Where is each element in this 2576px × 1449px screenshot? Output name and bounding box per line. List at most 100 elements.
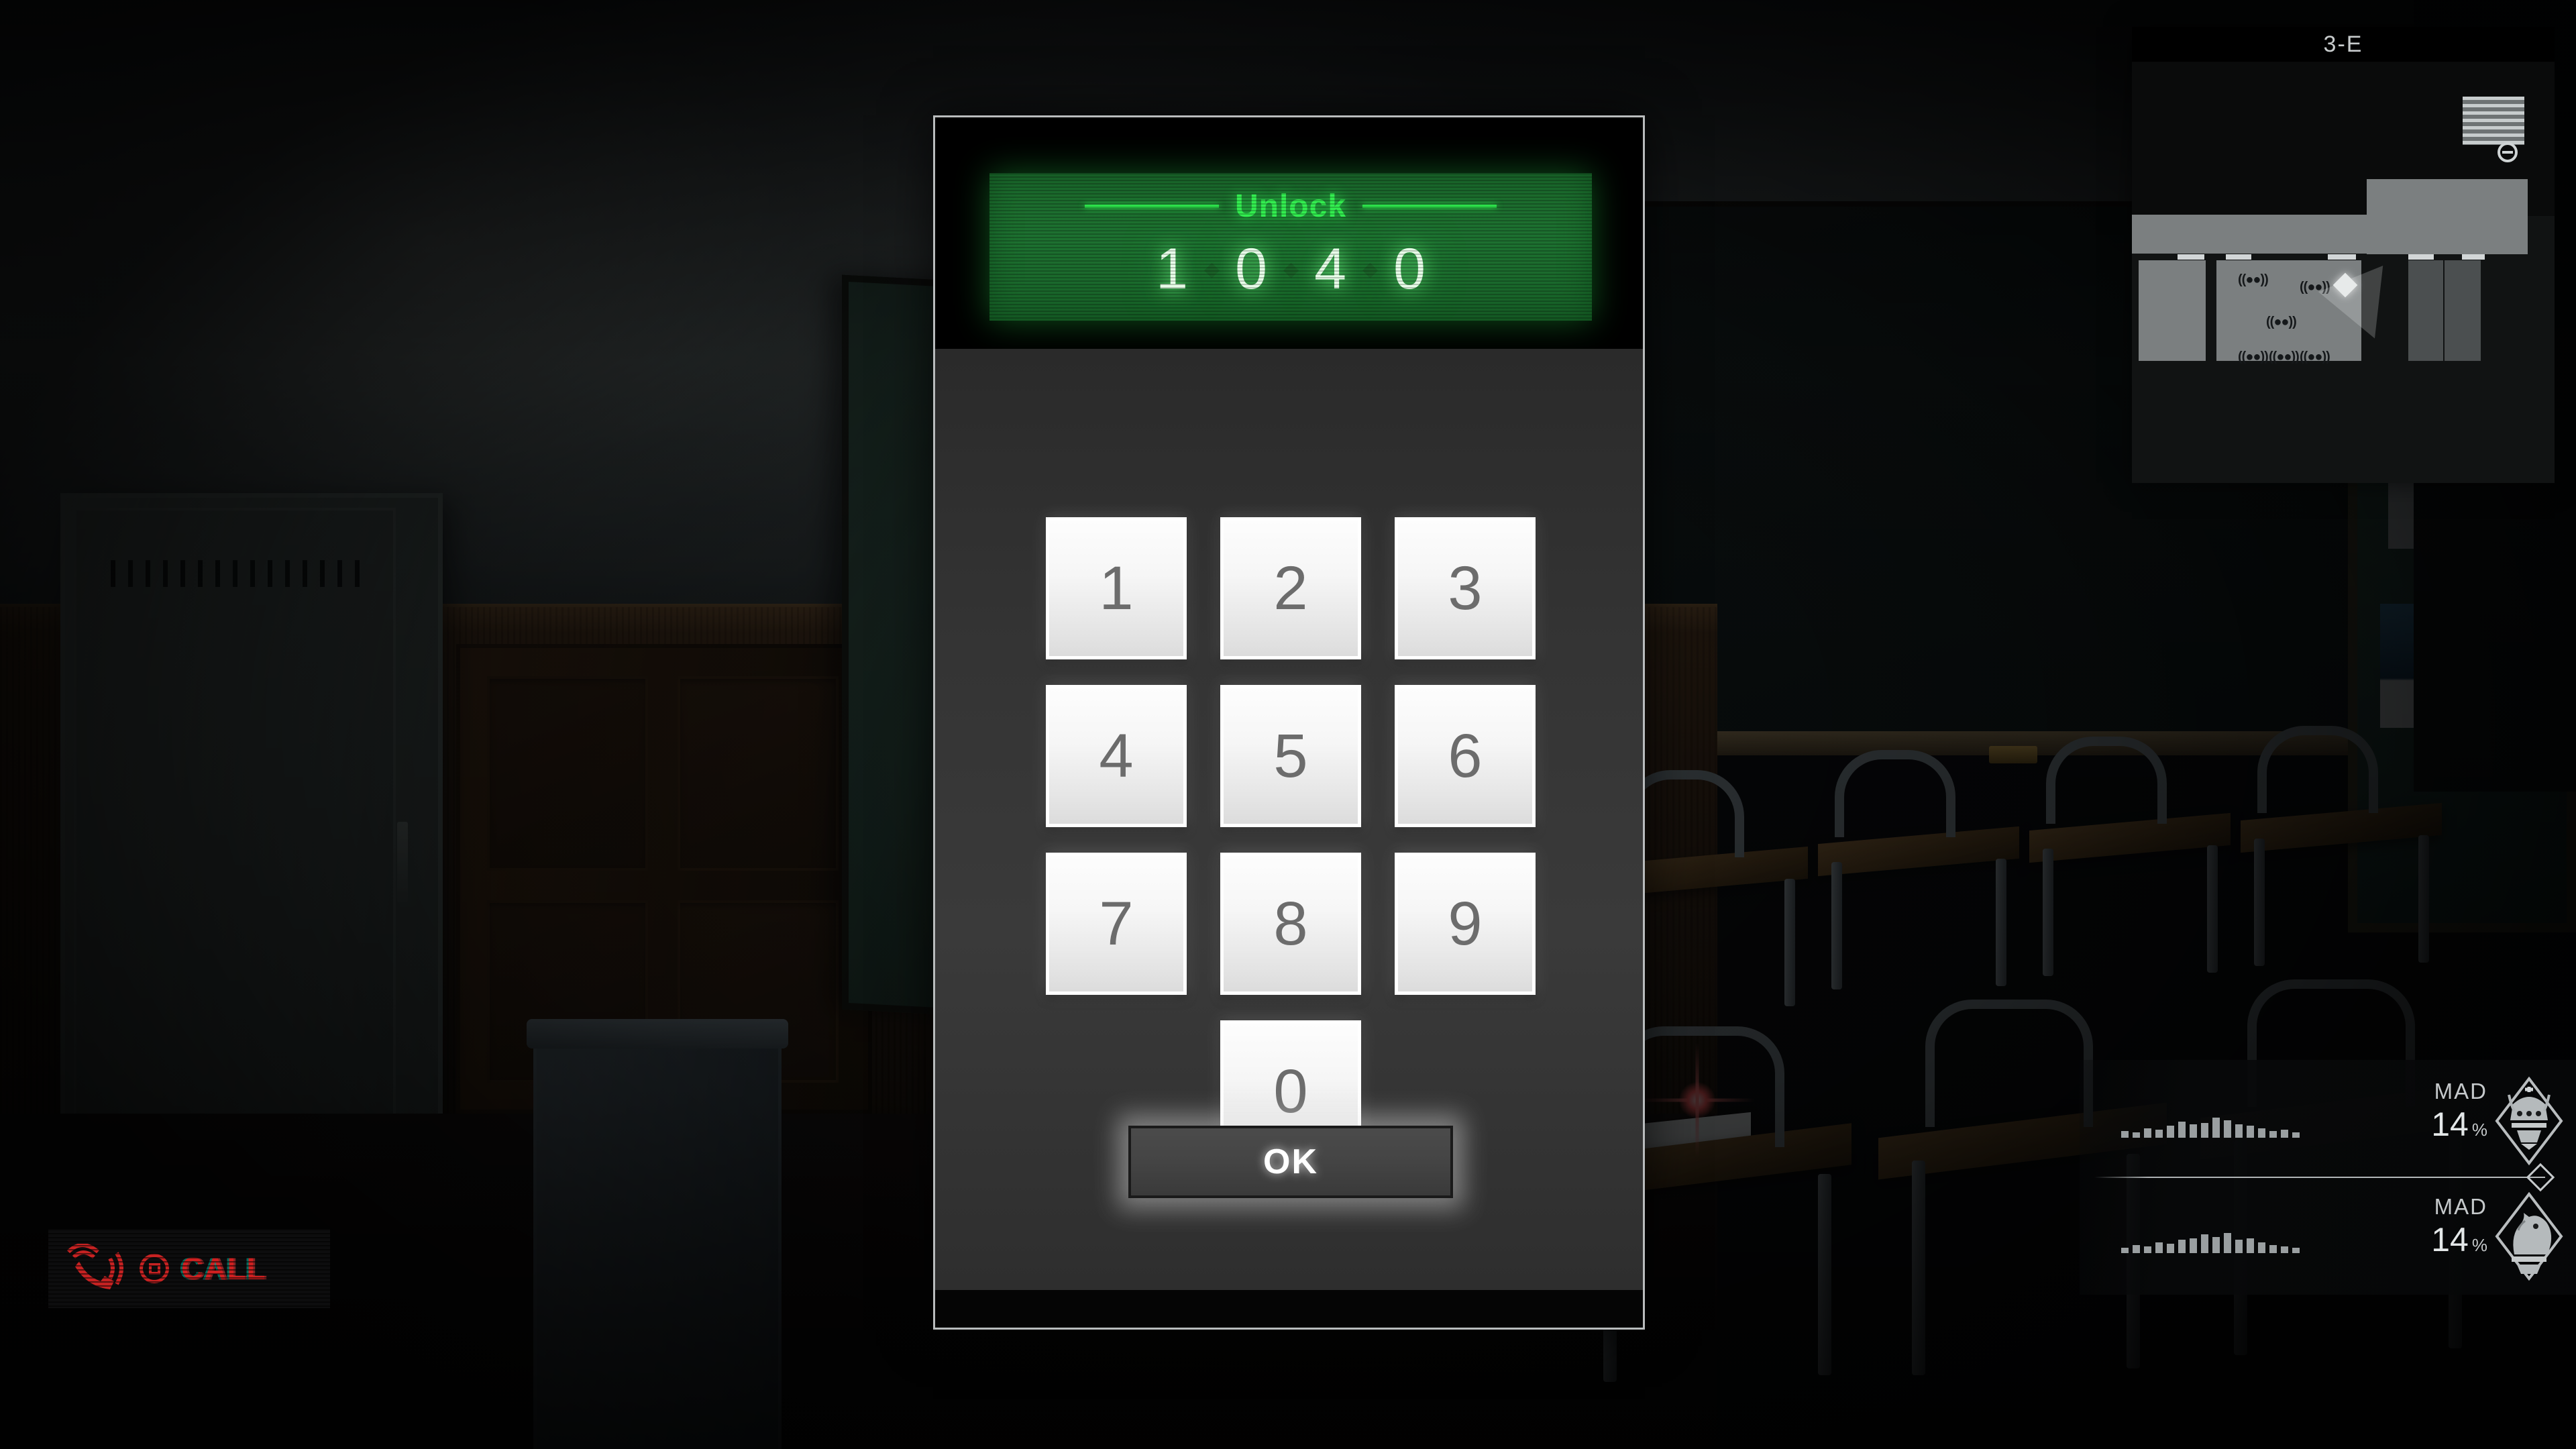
stacked-chair [2046,737,2167,824]
status-waveform [2121,1222,2300,1253]
enemy-marker: ((●●)) [2238,272,2269,287]
character-status-row: MAD 14% [2080,1187,2576,1288]
keypad-grid: 1 2 3 4 5 6 7 8 9 0 [1046,517,1536,1188]
call-indicator[interactable]: CALL [48,1229,330,1308]
lcd-title-row: Unlock [989,186,1592,225]
waveform-bar [2258,1128,2265,1138]
lcd-code-row: 1 ◆ 0 ◆ 4 ◆ 0 [989,225,1592,313]
waveform-bar [2247,1238,2254,1253]
waveform-bar [2144,1128,2151,1138]
character-stat-block: MAD 14% [2431,1195,2487,1256]
lcd-rule-right [1362,204,1497,208]
waveform-bar [2269,1131,2277,1138]
desk-leg [1784,879,1795,1006]
key-8[interactable]: 8 [1220,853,1361,995]
minimap-door [2178,254,2204,260]
waveform-bar [2212,1237,2220,1253]
waveform-bar [2201,1123,2208,1138]
key-1[interactable]: 1 [1046,517,1187,659]
waveform-bar [2167,1244,2174,1253]
chess-king-icon [2491,1075,2567,1167]
locker-handle [397,822,408,902]
waveform-bar [2155,1130,2163,1138]
minimap: 3-E ((●●)) ((●●)) ((●●)) ((●●)) ((●●)) (… [2132,27,2555,483]
waveform-bar [2224,1233,2231,1253]
waveform-bar [2269,1245,2277,1253]
lcd-title: Unlock [1234,188,1347,224]
stat-unit: % [2471,1120,2487,1140]
stat-label: MAD [2434,1194,2487,1219]
waveform-bar [2292,1132,2300,1138]
key-7[interactable]: 7 [1046,853,1187,995]
trash-bin [527,1019,788,1449]
phone-ring-icon [66,1243,127,1293]
code-separator: ◆ [1283,258,1299,280]
waveform-bar [2212,1118,2220,1138]
code-digit-4: 0 [1393,236,1426,301]
stacked-chair [1925,1000,2093,1127]
minimap-door [2226,254,2251,260]
character-stat-block: MAD 14% [2431,1080,2487,1141]
key-3[interactable]: 3 [1395,517,1536,659]
waveform-bar [2224,1120,2231,1138]
minimap-room [2445,260,2481,361]
waveform-bar [2190,1124,2197,1138]
stat-unit: % [2471,1235,2487,1255]
key-9[interactable]: 9 [1395,853,1536,995]
desk-leg [2043,849,2053,976]
minimap-area-label: 3-E [2132,27,2555,62]
key-4[interactable]: 4 [1046,685,1187,827]
key-2[interactable]: 2 [1220,517,1361,659]
enemy-marker: ((●●)) [2269,350,2300,364]
trash-bin-rim [527,1019,788,1049]
door-panel [678,676,839,871]
status-waveform [2121,1107,2300,1138]
desk-leg [1912,1161,1925,1375]
lcd-rule-left [1084,204,1219,208]
stat-value: 14% [2431,1223,2487,1256]
keypad-footer [935,1290,1643,1328]
waveform-bar [2121,1131,2129,1138]
status-divider [2094,1177,2545,1178]
minimap-door [2328,254,2356,260]
code-digit-3: 4 [1314,236,1346,301]
minimap-stairs [2463,97,2524,145]
desk-leg [2207,845,2218,973]
locker-vent [111,560,372,587]
desk-leg [1831,862,1842,989]
enemy-marker: ((●●)) [2238,350,2269,364]
waveform-bar [2178,1122,2186,1138]
ok-button-label: OK [1263,1142,1318,1181]
minimap-door [2408,254,2434,260]
waveform-bar [2133,1132,2140,1138]
ok-button[interactable]: OK [1128,1126,1453,1198]
waveform-bar [2258,1242,2265,1253]
desk-leg [2254,839,2265,966]
key-5[interactable]: 5 [1220,685,1361,827]
stat-label: MAD [2434,1079,2487,1104]
stacked-chair [1835,750,1955,837]
desk-leg [2418,835,2429,963]
keypad-header: Unlock 1 ◆ 0 ◆ 4 ◆ 0 [935,117,1643,349]
enemy-marker: ((●●)) [2266,315,2297,329]
stat-number: 14 [2431,1106,2469,1143]
stat-value: 14% [2431,1108,2487,1141]
call-label: CALL [181,1251,266,1286]
minimap-corridor [2367,179,2528,254]
waveform-bar [2235,1240,2243,1253]
code-digit-2: 0 [1235,236,1267,301]
desk-leg [1818,1174,1831,1375]
minimap-room [2139,260,2206,361]
enemy-marker: ((●●)) [2300,350,2330,364]
minimap-room [2408,260,2443,361]
stacked-chair [2257,726,2378,813]
key-6[interactable]: 6 [1395,685,1536,827]
code-separator: ◆ [1362,258,1379,280]
waveform-bar [2155,1242,2163,1253]
waveform-bar [2190,1238,2197,1253]
waveform-bar [2144,1246,2151,1253]
desk-leg [1996,859,2006,986]
keypad-dialog[interactable]: Unlock 1 ◆ 0 ◆ 4 ◆ 0 1 2 3 4 5 6 7 8 9 0… [933,115,1645,1330]
keypad-body: 1 2 3 4 5 6 7 8 9 0 OK [935,349,1643,1290]
waveform-bar [2121,1248,2129,1253]
